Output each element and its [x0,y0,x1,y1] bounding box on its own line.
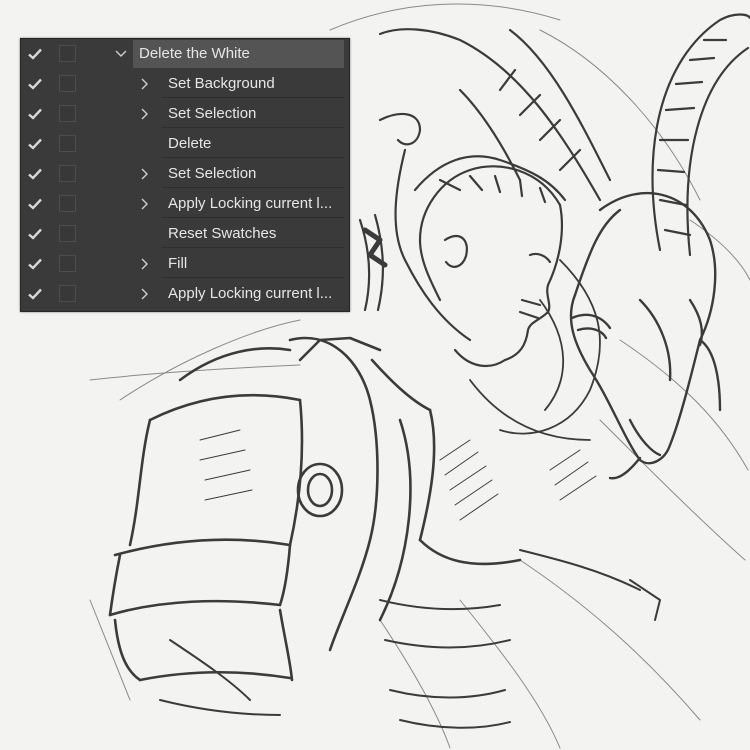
action-step-label: Apply Locking current l... [168,285,333,302]
chevron-right-icon[interactable] [139,107,151,121]
enabled-checkmark-icon[interactable] [27,256,43,272]
dialog-toggle-box[interactable] [59,45,76,62]
action-step-row[interactable]: Reset Swatches [21,219,349,249]
dialog-toggle-box[interactable] [59,225,76,242]
enabled-checkmark-icon[interactable] [27,166,43,182]
dialog-toggle-box[interactable] [59,255,76,272]
dialog-toggle-box[interactable] [59,135,76,152]
action-label-cell[interactable]: Delete the White [133,40,344,68]
action-step-label: Set Selection [168,105,257,122]
action-step-row[interactable]: Delete [21,129,349,159]
enabled-checkmark-icon[interactable] [27,136,43,152]
enabled-checkmark-icon[interactable] [27,196,43,212]
action-step-label: Fill [168,255,188,272]
action-label-cell[interactable]: Reset Swatches [162,220,344,248]
dialog-toggle-box[interactable] [59,105,76,122]
action-step-row[interactable]: Set Selection [21,99,349,129]
chevron-right-icon[interactable] [139,197,151,211]
enabled-checkmark-icon[interactable] [27,76,43,92]
action-step-row[interactable]: Set Background [21,69,349,99]
action-step-label: Apply Locking current l... [168,195,333,212]
action-step-label: Reset Swatches [168,225,277,242]
chevron-right-icon[interactable] [139,167,151,181]
chevron-right-icon[interactable] [139,287,151,301]
dialog-toggle-box[interactable] [59,195,76,212]
dialog-toggle-box[interactable] [59,165,76,182]
action-step-label: Set Selection [168,165,257,182]
action-label-cell[interactable]: Apply Locking current l... [162,280,344,308]
action-step-label: Set Background [168,75,275,92]
action-label-cell[interactable]: Set Selection [162,100,344,128]
enabled-checkmark-icon[interactable] [27,46,43,62]
enabled-checkmark-icon[interactable] [27,226,43,242]
dialog-toggle-box[interactable] [59,285,76,302]
action-label-cell[interactable]: Set Background [162,70,344,98]
action-label-cell[interactable]: Apply Locking current l... [162,190,344,218]
action-step-row[interactable]: Fill [21,249,349,279]
action-step-label: Delete [168,135,212,152]
dialog-toggle-box[interactable] [59,75,76,92]
action-set-label: Delete the White [139,45,250,62]
action-row-delete-the-white[interactable]: Delete the White [21,39,349,69]
action-label-cell[interactable]: Fill [162,250,344,278]
enabled-checkmark-icon[interactable] [27,106,43,122]
actions-panel: Delete the White Set Background Set Sele… [20,38,350,312]
chevron-right-icon[interactable] [139,257,151,271]
action-label-cell[interactable]: Delete [162,130,344,158]
chevron-right-icon[interactable] [139,77,151,91]
enabled-checkmark-icon[interactable] [27,286,43,302]
action-label-cell[interactable]: Set Selection [162,160,344,188]
action-step-row[interactable]: Apply Locking current l... [21,279,349,309]
chevron-down-icon[interactable] [115,47,127,61]
action-step-row[interactable]: Apply Locking current l... [21,189,349,219]
action-step-row[interactable]: Set Selection [21,159,349,189]
